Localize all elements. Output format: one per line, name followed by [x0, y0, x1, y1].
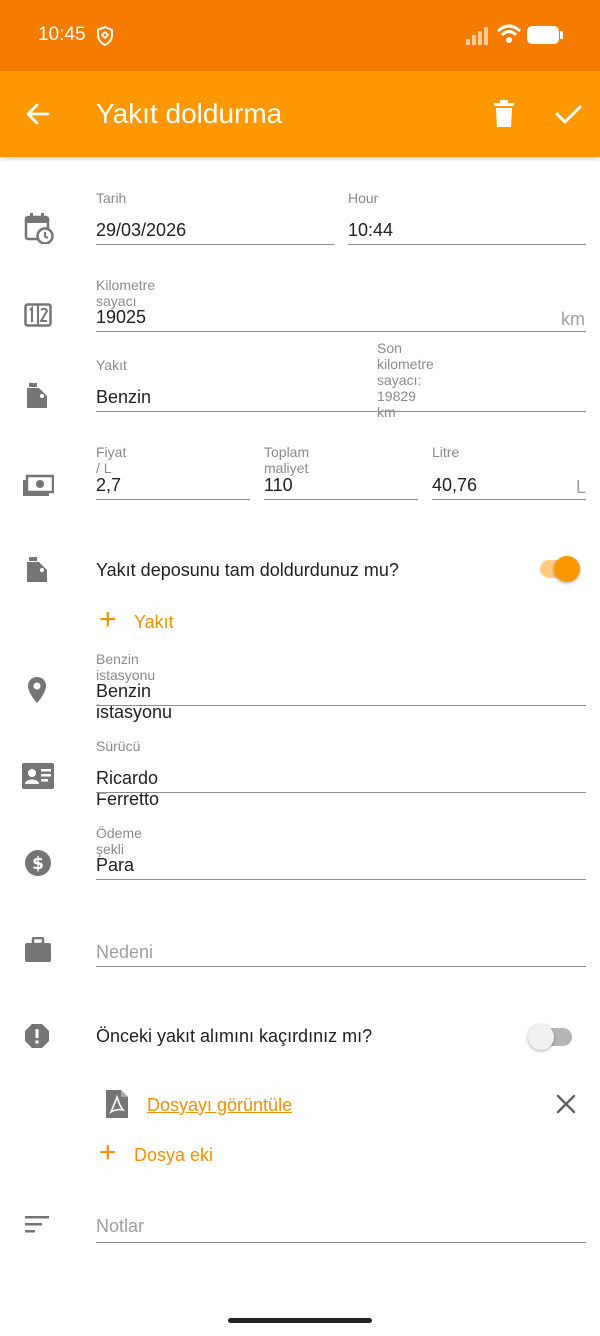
notes-placeholder[interactable]: Notlar	[96, 1216, 144, 1237]
liters-value[interactable]: 40,76	[432, 475, 477, 496]
briefcase-icon	[25, 937, 51, 962]
shield-icon	[97, 26, 113, 46]
payment-value[interactable]: Para	[96, 855, 134, 876]
missed-previous-label: Önceki yakıt alımını kaçırdınız mı?	[96, 1026, 373, 1046]
driver-value[interactable]: Ricardo Ferretto	[96, 768, 159, 810]
status-time: 10:45	[38, 24, 86, 45]
check-icon[interactable]	[553, 99, 583, 129]
add-attachment-button[interactable]: + Dosya eki	[96, 1137, 256, 1173]
full-tank-toggle-thumb	[554, 556, 580, 582]
odometer-hint: Son kilometre sayacı: 19829 km	[377, 340, 434, 420]
date-underline	[96, 244, 334, 245]
total-cost-underline	[264, 499, 418, 500]
odometer-icon	[24, 303, 52, 327]
status-bar: 10:45	[0, 0, 600, 71]
price-value[interactable]: 2,7	[96, 475, 121, 496]
date-value[interactable]: 29/03/2026	[96, 220, 186, 241]
page-title: Yakıt doldurma	[96, 98, 283, 129]
total-cost-label: Toplam maliyet	[264, 444, 310, 476]
liters-underline	[432, 499, 586, 500]
back-arrow-icon[interactable]	[24, 100, 52, 128]
add-attachment-label: Dosya eki	[134, 1145, 214, 1165]
missed-previous-toggle[interactable]	[526, 1022, 576, 1052]
price-label: Fiyat / L	[96, 444, 127, 476]
hour-underline	[348, 244, 586, 245]
location-pin-icon	[28, 677, 46, 703]
plus-icon: +	[99, 1136, 117, 1169]
full-tank-toggle[interactable]	[536, 554, 586, 584]
reason-placeholder[interactable]: Nedeni	[96, 942, 153, 963]
payment-label: Ödeme şekli	[96, 825, 142, 857]
odometer-underline	[96, 331, 586, 332]
fuel-underline	[96, 411, 586, 412]
notes-underline	[96, 1242, 586, 1243]
price-underline	[96, 499, 250, 500]
hour-value[interactable]: 10:44	[348, 220, 393, 241]
home-indicator[interactable]	[228, 1318, 372, 1323]
driver-label: Sürücü	[96, 738, 141, 754]
dollar-icon: $	[25, 850, 51, 876]
alert-octagon-icon	[25, 1024, 49, 1048]
add-fuel-button[interactable]: + Yakıt	[96, 604, 216, 640]
liters-unit: L	[576, 477, 587, 497]
pdf-file-icon	[106, 1090, 128, 1118]
wifi-icon	[497, 24, 521, 43]
battery-icon	[527, 26, 563, 44]
add-fuel-label: Yakıt	[134, 612, 174, 632]
full-tank-label: Yakıt deposunu tam doldurdunuz mu?	[96, 560, 399, 580]
id-card-icon	[22, 763, 54, 789]
station-underline	[96, 705, 586, 706]
missed-previous-toggle-thumb	[528, 1024, 554, 1050]
station-label: Benzin istasyonu	[96, 651, 156, 683]
driver-underline	[96, 792, 586, 793]
hour-label: Hour	[348, 190, 379, 206]
odometer-value[interactable]: 19025	[96, 307, 146, 328]
odometer-label: Kilometre sayacı	[96, 277, 156, 309]
fuel-can-icon	[27, 557, 47, 582]
date-label: Tarih	[96, 190, 127, 206]
signal-icon	[466, 27, 488, 45]
odometer-unit: km	[561, 309, 585, 329]
fuel-can-icon	[27, 383, 47, 408]
fuel-value[interactable]: Benzin	[96, 387, 151, 408]
view-file-link[interactable]: Dosyayı görüntüle	[147, 1095, 292, 1116]
svg-text:$: $	[32, 854, 44, 874]
station-value[interactable]: Benzin istasyonu	[96, 681, 172, 723]
payment-underline	[96, 879, 586, 880]
app-bar: Yakıt doldurma	[0, 71, 600, 157]
close-icon[interactable]	[556, 1094, 576, 1114]
plus-icon: +	[99, 603, 117, 636]
reason-underline	[96, 966, 586, 967]
money-icon	[23, 474, 54, 496]
calendar-clock-icon	[24, 213, 54, 244]
liters-label: Litre	[432, 444, 460, 460]
total-cost-value[interactable]: 110	[264, 475, 293, 496]
fuel-label: Yakıt	[96, 357, 127, 373]
notes-icon	[25, 1216, 49, 1233]
trash-icon[interactable]	[490, 99, 518, 129]
